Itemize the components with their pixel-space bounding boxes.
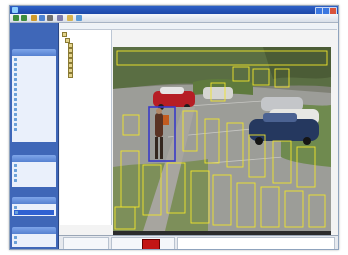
item-icon xyxy=(14,77,17,81)
sidebar-section-header[interactable] xyxy=(12,49,56,56)
item-icon xyxy=(14,122,17,126)
car-red-roof xyxy=(160,87,184,94)
item-icon xyxy=(14,72,17,76)
app-icon xyxy=(12,7,18,13)
item-icon xyxy=(14,82,17,86)
sidebar-item[interactable] xyxy=(14,178,54,183)
item-icon xyxy=(14,87,17,91)
tree-node[interactable] xyxy=(68,53,74,58)
help-icon[interactable] xyxy=(76,15,82,21)
sidebar-section-header[interactable] xyxy=(12,197,56,204)
tree-node[interactable] xyxy=(62,32,68,37)
color-swatch[interactable] xyxy=(142,239,160,249)
person-leg xyxy=(160,137,163,159)
tree-node[interactable] xyxy=(68,48,74,53)
folder-icon xyxy=(62,32,67,37)
refresh-icon[interactable] xyxy=(39,15,45,21)
settings-icon[interactable] xyxy=(57,15,63,21)
item-icon xyxy=(14,62,17,66)
item-icon xyxy=(14,240,17,244)
tree-node[interactable] xyxy=(68,73,74,78)
camera-icon xyxy=(68,73,73,78)
title-bar xyxy=(10,6,338,15)
sidebar-item-selected[interactable] xyxy=(14,210,54,215)
item-icon xyxy=(14,92,17,96)
search-icon[interactable] xyxy=(47,15,53,21)
item-icon xyxy=(14,235,17,239)
person xyxy=(155,113,163,137)
color-settings-box xyxy=(111,237,175,249)
item-icon xyxy=(14,127,17,131)
sidebar-section-panel xyxy=(12,204,56,216)
event-log[interactable] xyxy=(177,237,335,249)
person-bag xyxy=(163,115,169,125)
sidebar-item[interactable] xyxy=(14,127,54,132)
person-leg xyxy=(155,137,158,159)
sidebar xyxy=(10,23,59,249)
car-blue-roof xyxy=(263,113,297,122)
car-blue-wheel xyxy=(303,137,311,145)
item-icon xyxy=(15,210,18,214)
main-content xyxy=(59,23,338,249)
item-icon xyxy=(14,107,17,111)
car-white-left xyxy=(203,87,233,99)
sidebar-section-panel xyxy=(12,56,56,142)
car-blue-wheel xyxy=(255,137,263,145)
bottom-panel xyxy=(59,235,338,249)
item-icon xyxy=(14,112,17,116)
tree-node[interactable] xyxy=(68,43,74,48)
app-window xyxy=(9,5,339,250)
tree-node[interactable] xyxy=(68,63,74,68)
item-icon xyxy=(14,168,17,172)
sidebar-section-panel xyxy=(12,162,56,187)
item-icon xyxy=(14,102,17,106)
item-icon xyxy=(14,117,17,121)
item-icon xyxy=(14,97,17,101)
sidebar-item[interactable] xyxy=(14,240,54,245)
item-icon xyxy=(14,173,17,177)
camera-frame xyxy=(113,47,331,231)
home-icon[interactable] xyxy=(31,15,37,21)
sidebar-section-panel xyxy=(12,234,56,247)
item-icon xyxy=(14,205,17,209)
item-icon xyxy=(14,163,17,167)
tree-node[interactable] xyxy=(68,58,74,63)
video-view[interactable] xyxy=(113,47,331,231)
car-silver xyxy=(261,97,303,111)
back-icon[interactable] xyxy=(13,15,19,21)
tree-line-dark xyxy=(263,47,331,79)
properties-box xyxy=(63,237,109,249)
tree-node[interactable] xyxy=(68,68,74,73)
item-icon xyxy=(14,67,17,71)
sidebar-section-header[interactable] xyxy=(12,155,56,162)
camera-tree xyxy=(60,30,112,225)
item-icon xyxy=(14,178,17,182)
folder-icon[interactable] xyxy=(67,15,73,21)
toolbar xyxy=(10,14,338,23)
item-icon xyxy=(14,57,17,61)
sidebar-section-header[interactable] xyxy=(12,227,56,234)
tree-node[interactable] xyxy=(65,38,71,43)
person-head xyxy=(156,108,162,114)
forward-icon[interactable] xyxy=(21,15,27,21)
